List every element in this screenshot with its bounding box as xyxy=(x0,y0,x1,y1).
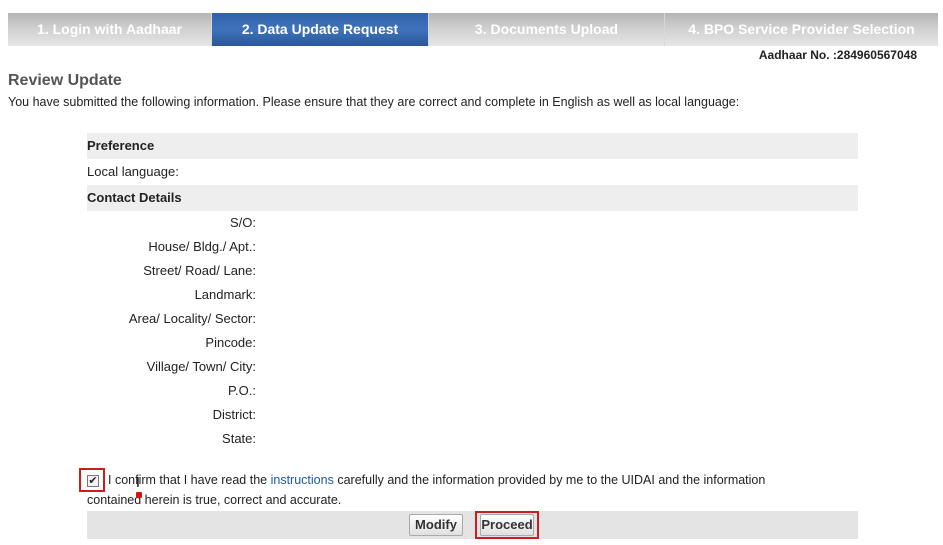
local-language-label: Local language: xyxy=(87,164,179,179)
field-row-state: State: xyxy=(87,427,858,451)
field-row-landmark: Landmark: xyxy=(87,283,858,307)
confirm-checkbox[interactable]: ✔ xyxy=(87,475,99,487)
field-value xyxy=(258,379,858,403)
field-label: Pincode: xyxy=(205,335,256,350)
field-row-area: Area/ Locality/ Sector: xyxy=(87,307,858,331)
field-row-street: Street/ Road/ Lane: xyxy=(87,259,858,283)
field-row-po: P.O.: xyxy=(87,379,858,403)
page-title: Review Update xyxy=(8,72,122,89)
review-table: Preference Local language: Contact Detai… xyxy=(87,133,858,451)
proceed-button[interactable]: Proceed xyxy=(480,514,534,536)
preference-header: Preference xyxy=(87,133,858,159)
field-label: Village/ Town/ City: xyxy=(146,359,256,374)
field-value xyxy=(258,211,858,235)
confirm-text: I confirm that I have read the instructi… xyxy=(108,470,765,490)
field-value xyxy=(258,307,858,331)
field-label: Landmark: xyxy=(194,287,256,302)
confirm-text-line2: contained herein is true, correct and ac… xyxy=(87,493,342,507)
field-value xyxy=(258,259,858,283)
text-cursor-icon: I xyxy=(136,474,140,490)
field-label: Area/ Locality/ Sector: xyxy=(128,311,256,326)
confirm-text-after: carefully and the information provided b… xyxy=(337,473,766,487)
field-value xyxy=(258,427,858,451)
action-bar: Modify Proceed xyxy=(87,511,858,539)
page: 1. Login with Aadhaar 2. Data Update Req… xyxy=(0,0,943,545)
field-row-district: District: xyxy=(87,403,858,427)
field-row-village: Village/ Town/ City: xyxy=(87,355,858,379)
step-login-with-aadhaar: 1. Login with Aadhaar xyxy=(8,13,212,46)
instructions-link[interactable]: instructions xyxy=(271,473,334,487)
step-bpo-service-provider-selection: 4. BPO Service Provider Selection xyxy=(665,13,938,46)
wizard-steps: 1. Login with Aadhaar 2. Data Update Req… xyxy=(8,13,938,46)
field-label: Street/ Road/ Lane: xyxy=(143,263,256,278)
step-documents-upload: 3. Documents Upload xyxy=(429,13,665,46)
checkbox-highlight: ✔ xyxy=(79,468,105,492)
field-value xyxy=(258,235,858,259)
field-row-so: S/O: xyxy=(87,211,858,235)
intro-text: You have submitted the following informa… xyxy=(8,95,740,109)
field-value xyxy=(258,331,858,355)
step-data-update-request: 2. Data Update Request xyxy=(212,13,429,46)
field-value xyxy=(258,283,858,307)
field-value xyxy=(258,403,858,427)
click-marker-icon xyxy=(136,492,142,498)
modify-button[interactable]: Modify xyxy=(409,514,463,536)
field-label: S/O: xyxy=(229,215,256,230)
local-language-row: Local language: xyxy=(87,159,858,185)
contact-details-header: Contact Details xyxy=(87,185,858,211)
field-row-house: House/ Bldg./ Apt.: xyxy=(87,235,858,259)
field-row-pincode: Pincode: xyxy=(87,331,858,355)
field-label: District: xyxy=(212,407,256,422)
field-label: P.O.: xyxy=(228,383,256,398)
proceed-highlight: Proceed xyxy=(475,511,539,539)
field-label: House/ Bldg./ Apt.: xyxy=(148,239,256,254)
field-label: State: xyxy=(222,431,256,446)
aadhaar-number: Aadhaar No. :284960567048 xyxy=(758,48,917,62)
field-value xyxy=(258,355,858,379)
confirm-text-before: I confirm that I have read the xyxy=(108,473,268,487)
